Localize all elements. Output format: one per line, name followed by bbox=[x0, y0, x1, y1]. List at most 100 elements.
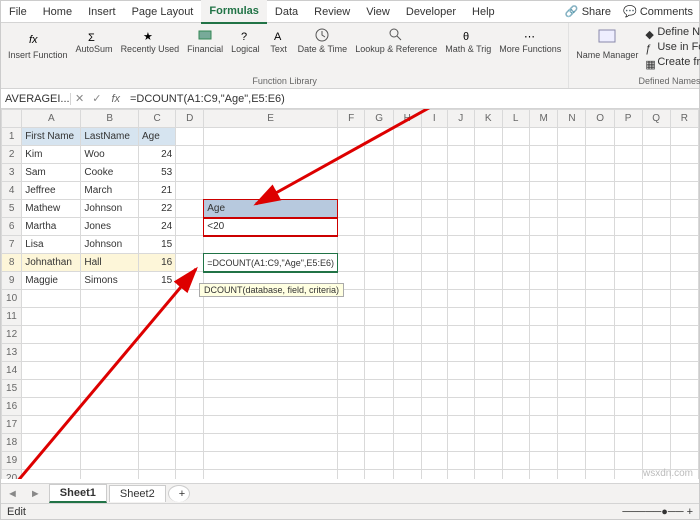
col-header[interactable]: P bbox=[614, 110, 642, 128]
cell[interactable]: 16 bbox=[138, 254, 175, 272]
cell[interactable]: 24 bbox=[138, 218, 175, 236]
cell[interactable]: Johnson bbox=[81, 236, 139, 254]
name-manager-button[interactable]: Name Manager bbox=[573, 25, 641, 69]
cell[interactable]: March bbox=[81, 182, 139, 200]
define-name-button[interactable]: ◆Define Name bbox=[643, 25, 700, 39]
cell[interactable]: Martha bbox=[22, 218, 81, 236]
datetime-button[interactable]: Date & Time bbox=[295, 25, 351, 63]
row-header[interactable]: 15 bbox=[2, 380, 22, 398]
col-header[interactable]: D bbox=[176, 110, 204, 128]
tab-help[interactable]: Help bbox=[464, 1, 503, 23]
row-header[interactable]: 16 bbox=[2, 398, 22, 416]
col-header[interactable]: L bbox=[502, 110, 529, 128]
tab-formulas[interactable]: Formulas bbox=[201, 0, 267, 24]
col-header[interactable]: C bbox=[138, 110, 175, 128]
cell[interactable]: Sam bbox=[22, 164, 81, 182]
row-header[interactable]: 9 bbox=[2, 272, 22, 290]
more-fn-button[interactable]: ⋯More Functions bbox=[496, 25, 564, 63]
cell[interactable]: Hall bbox=[81, 254, 139, 272]
autosum-button[interactable]: ΣAutoSum bbox=[73, 25, 116, 63]
tab-home[interactable]: Home bbox=[35, 1, 80, 23]
row-header[interactable]: 19 bbox=[2, 452, 22, 470]
cell[interactable]: 24 bbox=[138, 146, 175, 164]
tab-insert[interactable]: Insert bbox=[80, 1, 124, 23]
row-header[interactable]: 7 bbox=[2, 236, 22, 254]
cell[interactable]: Age bbox=[138, 128, 175, 146]
col-header[interactable]: F bbox=[337, 110, 365, 128]
row-header[interactable]: 13 bbox=[2, 344, 22, 362]
row-header[interactable]: 5 bbox=[2, 200, 22, 218]
tab-review[interactable]: Review bbox=[306, 1, 358, 23]
tab-view[interactable]: View bbox=[358, 1, 398, 23]
col-header[interactable]: Q bbox=[642, 110, 670, 128]
create-selection-button[interactable]: ▦Create from Selection bbox=[643, 55, 700, 69]
row-header[interactable]: 3 bbox=[2, 164, 22, 182]
sheet-tab-2[interactable]: Sheet2 bbox=[109, 485, 166, 502]
fx-icon[interactable]: fx bbox=[105, 93, 126, 105]
row-header[interactable]: 4 bbox=[2, 182, 22, 200]
tab-developer[interactable]: Developer bbox=[398, 1, 464, 23]
row-header[interactable]: 14 bbox=[2, 362, 22, 380]
cell[interactable]: Johnathan bbox=[22, 254, 81, 272]
cell[interactable]: Cooke bbox=[81, 164, 139, 182]
cell[interactable]: 15 bbox=[138, 236, 175, 254]
cell[interactable]: Jones bbox=[81, 218, 139, 236]
add-sheet-button[interactable]: + bbox=[168, 485, 190, 502]
cell[interactable]: 21 bbox=[138, 182, 175, 200]
row-header[interactable]: 8 bbox=[2, 254, 22, 272]
share-button[interactable]: 🔗 Share bbox=[559, 5, 617, 18]
worksheet-grid[interactable]: ABCDEFGHIJKLMNOPQR 1First NameLastNameAg… bbox=[1, 109, 699, 479]
formula-input[interactable]: =DCOUNT(A1:C9,"Age",E5:E6) bbox=[126, 93, 699, 105]
select-all[interactable] bbox=[2, 110, 22, 128]
math-button[interactable]: θMath & Trig bbox=[442, 25, 494, 63]
text-button[interactable]: AText bbox=[265, 25, 293, 63]
name-box[interactable]: AVERAGEI... bbox=[1, 93, 71, 105]
sheet-nav-prev[interactable]: ◄ bbox=[1, 488, 24, 500]
cell[interactable]: Jeffree bbox=[22, 182, 81, 200]
col-header[interactable]: R bbox=[670, 110, 698, 128]
tab-file[interactable]: File bbox=[1, 1, 35, 23]
row-header[interactable]: 18 bbox=[2, 434, 22, 452]
col-header[interactable]: G bbox=[365, 110, 393, 128]
cell[interactable]: First Name bbox=[22, 128, 81, 146]
col-header[interactable]: I bbox=[421, 110, 447, 128]
col-header[interactable]: E bbox=[204, 110, 338, 128]
col-header[interactable]: A bbox=[22, 110, 81, 128]
col-header[interactable]: M bbox=[529, 110, 558, 128]
cell-criteria-value[interactable]: <20 bbox=[204, 218, 338, 236]
cell-editing[interactable]: =DCOUNT(A1:C9,"Age",E5:E6) bbox=[204, 254, 338, 272]
row-header[interactable]: 12 bbox=[2, 326, 22, 344]
row-header[interactable]: 20 bbox=[2, 470, 22, 480]
zoom-controls[interactable]: ─────●── + bbox=[622, 506, 693, 518]
cell[interactable]: Simons bbox=[81, 272, 139, 290]
use-formula-button[interactable]: ƒUse in Formula bbox=[643, 40, 700, 54]
cell[interactable]: Mathew bbox=[22, 200, 81, 218]
row-header[interactable]: 2 bbox=[2, 146, 22, 164]
tab-page-layout[interactable]: Page Layout bbox=[124, 1, 202, 23]
row-header[interactable]: 17 bbox=[2, 416, 22, 434]
lookup-button[interactable]: Lookup & Reference bbox=[352, 25, 440, 63]
financial-button[interactable]: Financial bbox=[184, 25, 226, 63]
col-header[interactable]: J bbox=[447, 110, 474, 128]
row-header[interactable]: 11 bbox=[2, 308, 22, 326]
tab-data[interactable]: Data bbox=[267, 1, 306, 23]
cell[interactable]: Maggie bbox=[22, 272, 81, 290]
col-header[interactable]: H bbox=[393, 110, 421, 128]
cell[interactable]: Lisa bbox=[22, 236, 81, 254]
comments-button[interactable]: 💬 Comments bbox=[617, 5, 699, 18]
col-header[interactable]: B bbox=[81, 110, 139, 128]
sheet-tab-1[interactable]: Sheet1 bbox=[49, 484, 107, 503]
cell[interactable]: LastName bbox=[81, 128, 139, 146]
col-header[interactable]: K bbox=[474, 110, 502, 128]
row-header[interactable]: 1 bbox=[2, 128, 22, 146]
cell[interactable]: Woo bbox=[81, 146, 139, 164]
row-header[interactable]: 10 bbox=[2, 290, 22, 308]
sheet-nav-next[interactable]: ► bbox=[24, 488, 47, 500]
cell-criteria-label[interactable]: Age bbox=[204, 200, 338, 218]
enter-icon[interactable]: ✓ bbox=[88, 92, 105, 105]
recent-button[interactable]: ★Recently Used bbox=[118, 25, 183, 63]
cancel-icon[interactable]: ✕ bbox=[71, 92, 88, 105]
col-header[interactable]: N bbox=[558, 110, 586, 128]
col-header[interactable]: O bbox=[586, 110, 614, 128]
cell[interactable]: 22 bbox=[138, 200, 175, 218]
